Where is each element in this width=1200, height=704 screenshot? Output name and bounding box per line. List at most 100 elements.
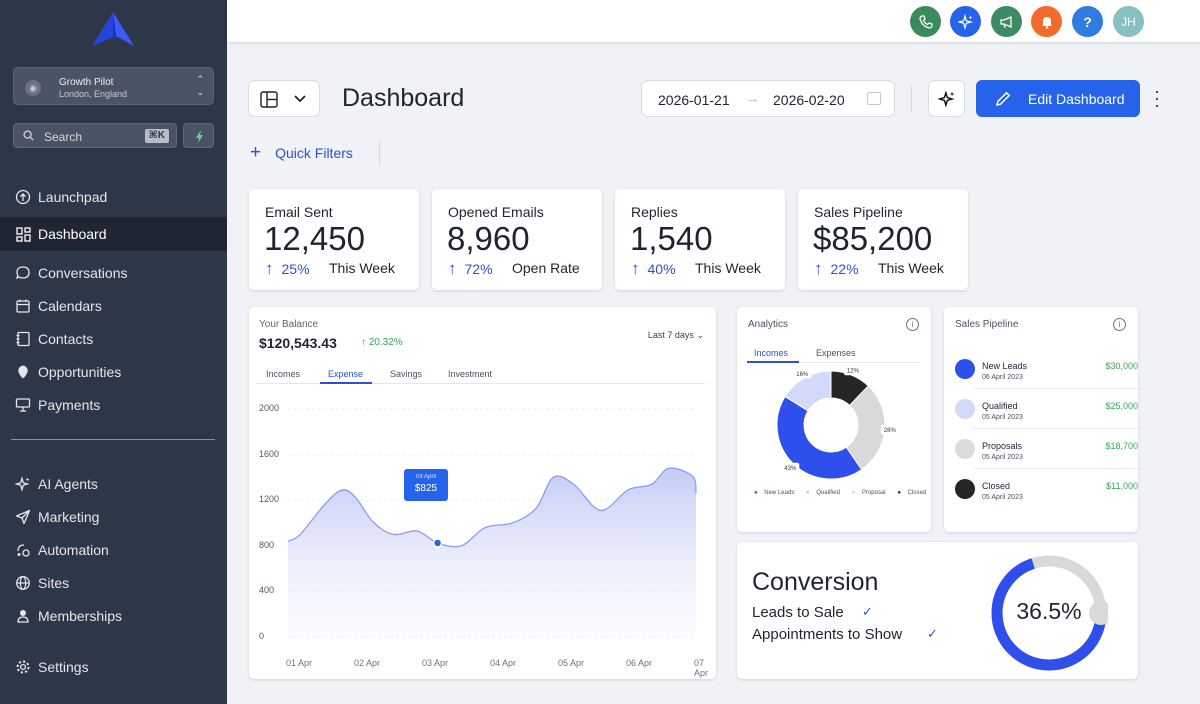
stat-change: ↑ 22% xyxy=(814,259,859,279)
sidebar-item-launchpad[interactable]: Launchpad xyxy=(0,180,227,214)
sidebar-item-payments[interactable]: Payments xyxy=(0,388,227,422)
date-range-picker[interactable]: 2026-01-21 → 2026-02-20 xyxy=(641,80,895,117)
help-button[interactable]: ? xyxy=(1072,6,1103,37)
sidebar-item-marketing[interactable]: Marketing xyxy=(0,500,227,534)
stat-change-value: 22% xyxy=(830,261,859,277)
edit-dashboard-button[interactable]: Edit Dashboard xyxy=(976,80,1140,117)
check-icon: ✓ xyxy=(862,604,873,619)
sidebar-item-dashboard[interactable]: Dashboard xyxy=(0,217,227,251)
pipeline-date: 05 April 2023 xyxy=(982,454,1023,461)
quick-filters-button[interactable]: + Quick Filters xyxy=(250,143,353,162)
tooltip-date: 03 April xyxy=(415,474,436,480)
pipeline-row: Qualified 05 April 2023 $25,000 xyxy=(954,389,1144,429)
header-divider xyxy=(911,86,912,112)
pipeline-dot xyxy=(955,399,975,419)
sidebar-item-label: AI Agents xyxy=(38,476,98,492)
arrow-up-icon: ↑ xyxy=(265,259,274,278)
pipeline-stage: Closed xyxy=(982,481,1011,491)
automation-icon xyxy=(14,541,32,559)
tooltip-value: $825 xyxy=(414,483,438,494)
page-title: Dashboard xyxy=(342,84,465,112)
analytics-card: Analytics i Incomes Expenses 12% 28% 43% 16… xyxy=(737,307,931,532)
donut-slice-label: 12% xyxy=(847,369,860,375)
donut-slice-label: 16% xyxy=(796,372,809,378)
sidebar-item-conversations[interactable]: Conversations xyxy=(0,256,227,290)
stat-sublabel: Open Rate xyxy=(512,260,580,276)
quick-filters-divider xyxy=(379,142,380,166)
chevron-updown-icon: ⌃ ⌄ xyxy=(196,74,204,97)
pipeline-title: Sales Pipeline xyxy=(955,319,1019,330)
layout-switcher-button[interactable] xyxy=(248,80,320,117)
bolt-icon xyxy=(196,130,203,143)
sidebar-item-calendars[interactable]: Calendars xyxy=(0,289,227,323)
search-shortcut: ⌘K xyxy=(144,129,169,143)
stat-change-value: 72% xyxy=(464,261,493,277)
quick-filters-label: Quick Filters xyxy=(275,145,353,161)
pipeline-stage: Qualified xyxy=(982,401,1018,411)
sidebar-item-memberships[interactable]: Memberships xyxy=(0,599,227,633)
quick-action-button[interactable] xyxy=(183,123,214,148)
chevron-down-icon xyxy=(294,95,306,103)
stat-value: 12,450 xyxy=(264,220,365,257)
arrow-up-icon: ↑ xyxy=(448,259,457,278)
sparkle-icon xyxy=(957,13,973,30)
pipeline-date: 06 April 2023 xyxy=(982,374,1023,381)
announcements-button[interactable] xyxy=(991,6,1022,37)
notifications-button[interactable] xyxy=(1031,6,1062,37)
search-icon xyxy=(23,130,34,141)
conversion-title: Conversion xyxy=(752,568,879,596)
sparkle-icon xyxy=(937,89,955,108)
stat-label: Email Sent xyxy=(265,204,333,220)
pipeline-amount: $30,000 xyxy=(1105,361,1138,371)
balance-area-chart xyxy=(287,408,697,638)
sparkle-icon xyxy=(14,475,32,493)
sidebar-item-settings[interactable]: Settings xyxy=(0,650,227,684)
sidebar-item-label: Automation xyxy=(38,542,109,558)
chat-bubble-icon xyxy=(14,264,32,282)
legend-proposal: ● Proposal xyxy=(851,490,886,496)
donut-legend: ● New Leads ● Qualified ● Proposal ● Clo… xyxy=(754,490,936,496)
stat-change: ↑ 25% xyxy=(265,259,310,279)
phone-button[interactable] xyxy=(910,6,941,37)
opportunities-icon xyxy=(14,363,32,381)
ai-widget-button[interactable] xyxy=(928,80,965,117)
more-options-icon[interactable]: · · · xyxy=(1150,82,1164,114)
sidebar-item-label: Launchpad xyxy=(38,189,108,205)
area-fill xyxy=(288,468,696,637)
calendar-icon xyxy=(14,297,32,315)
x-tick-label: 05 Apr xyxy=(558,658,585,668)
pencil-icon xyxy=(996,91,1011,106)
arrow-up-icon: ↑ xyxy=(631,259,640,278)
memberships-icon xyxy=(14,607,32,625)
pipeline-row: New Leads 06 April 2023 $30,000 xyxy=(954,349,1144,389)
info-icon[interactable]: i xyxy=(1113,318,1126,331)
stat-value: 1,540 xyxy=(630,220,713,257)
sidebar-item-sites[interactable]: Sites xyxy=(0,566,227,600)
arrow-right-icon: → xyxy=(745,90,760,107)
brand-logo xyxy=(92,12,134,47)
x-tick-label: 01 Apr xyxy=(286,658,313,668)
pipeline-amount: $25,000 xyxy=(1105,401,1138,411)
stat-change: ↑ 40% xyxy=(631,259,676,279)
ai-assist-button[interactable] xyxy=(950,6,981,37)
sidebar-item-opportunities[interactable]: Opportunities xyxy=(0,355,227,389)
account-switcher[interactable]: ◉ Growth Pilot London, England ⌃ ⌄ xyxy=(13,67,214,105)
pipeline-stage: New Leads xyxy=(982,361,1028,371)
highlight-point[interactable] xyxy=(432,538,443,548)
sidebar-item-label: Contacts xyxy=(38,331,94,347)
payments-icon xyxy=(14,396,32,414)
pipeline-dot xyxy=(955,359,975,379)
search-input[interactable]: Search ⌘K xyxy=(13,123,177,148)
sidebar-item-contacts[interactable]: Contacts xyxy=(0,322,227,356)
stat-change: ↑ 72% xyxy=(448,259,493,279)
topbar: ? JH xyxy=(227,0,1200,42)
conversion-card: Conversion Leads to Sale ✓ Appointments … xyxy=(737,542,1138,679)
pipeline-dot xyxy=(955,439,975,459)
user-avatar[interactable]: JH xyxy=(1113,6,1144,37)
bell-icon xyxy=(1041,16,1052,29)
sidebar-item-automation[interactable]: Automation xyxy=(0,533,227,567)
pipeline-date: 05 April 2023 xyxy=(982,494,1023,501)
megaphone-icon xyxy=(999,15,1012,28)
conversion-value: 36.5% xyxy=(1016,598,1082,624)
sidebar-item-ai-agents[interactable]: AI Agents xyxy=(0,467,227,501)
